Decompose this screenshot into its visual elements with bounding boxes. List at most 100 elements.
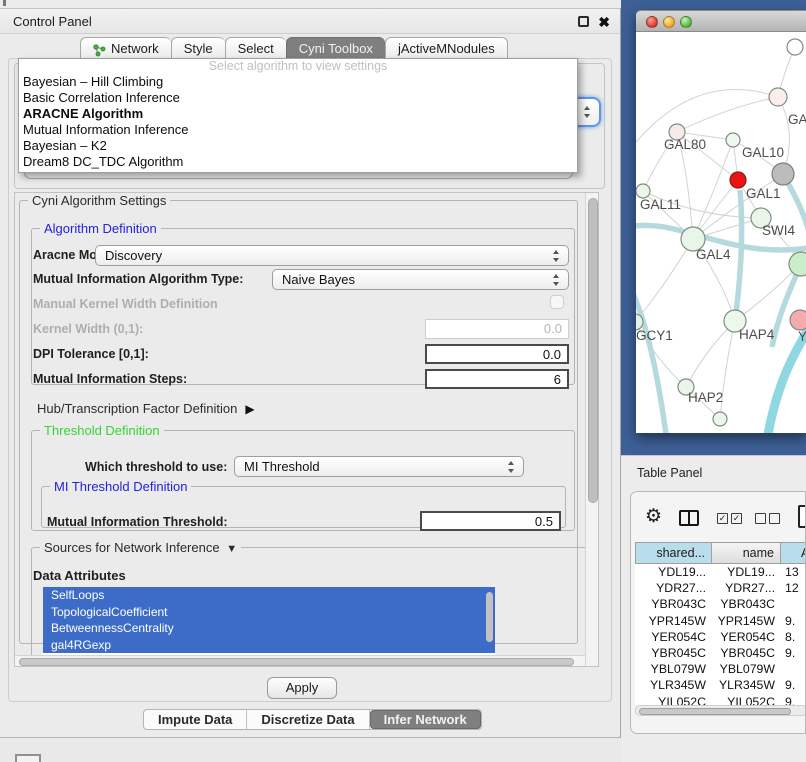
network-edge[interactable] xyxy=(636,239,693,322)
network-node-label: Y xyxy=(798,329,806,344)
network-edge[interactable] xyxy=(686,321,735,387)
network-edge[interactable] xyxy=(772,264,801,347)
table-settings-gear-icon[interactable]: ⚙ xyxy=(645,506,662,528)
table-row[interactable]: YBR043CYBR043C xyxy=(635,596,806,612)
tab-discretize-data[interactable]: Discretize Data xyxy=(247,710,369,729)
select-all-icon[interactable]: ✓ xyxy=(731,513,742,524)
column-header-shared-name[interactable]: shared... xyxy=(635,542,712,564)
zoom-traffic-light-icon[interactable] xyxy=(680,16,692,28)
mi-steps-field[interactable]: 6 xyxy=(425,369,569,389)
float-window-icon[interactable] xyxy=(578,16,589,27)
close-traffic-light-icon[interactable] xyxy=(646,16,658,28)
control-panel-tabs: Network Style Select Cyni Toolbox jActiv… xyxy=(80,37,508,59)
sources-title: Sources for Network Inference xyxy=(44,540,220,555)
column-layout-icon[interactable] xyxy=(679,510,699,526)
network-node[interactable] xyxy=(790,310,806,330)
mi-algorithm-type-combobox[interactable]: Naive Bayes xyxy=(272,269,569,290)
network-node[interactable] xyxy=(713,412,727,426)
network-node[interactable] xyxy=(789,252,806,276)
dropdown-item[interactable]: Mutual Information Inference xyxy=(19,122,577,138)
table-row[interactable]: YLR345WYLR345W9. xyxy=(635,677,806,693)
column-header-partial[interactable]: A xyxy=(781,542,806,564)
select-all-icon[interactable]: ✓ xyxy=(717,513,728,524)
network-edge[interactable] xyxy=(636,274,666,433)
settings-horizontal-scrollbar[interactable] xyxy=(15,655,585,667)
mi-steps-label: Mutual Information Steps: xyxy=(33,372,187,386)
tab-select[interactable]: Select xyxy=(225,37,286,59)
table-horizontal-scrollbar[interactable] xyxy=(635,705,806,716)
scrollbar-thumb[interactable] xyxy=(588,198,598,503)
tab-infer-network[interactable]: Infer Network xyxy=(370,710,481,729)
network-node-label: GAL11 xyxy=(640,197,681,212)
settings-vertical-scrollbar[interactable] xyxy=(585,193,599,667)
table-cell: YLR345W xyxy=(712,677,781,693)
column-header-name[interactable]: name xyxy=(712,542,781,564)
manual-kernel-label: Manual Kernel Width Definition xyxy=(33,297,218,311)
dropdown-item[interactable]: Bayesian – Hill Climbing xyxy=(19,74,577,90)
hub-definition-expander[interactable]: Hub/Transcription Factor Definition▶ xyxy=(37,401,255,416)
dropdown-item[interactable]: Dream8 DC_TDC Algorithm xyxy=(19,154,577,170)
table-cell: YDR27... xyxy=(712,580,781,596)
table-row[interactable]: YBL079WYBL079W xyxy=(635,661,806,677)
tab-cyni-toolbox[interactable]: Cyni Toolbox xyxy=(286,37,385,59)
deselect-all-icon[interactable] xyxy=(769,513,780,524)
close-icon[interactable]: ✖ xyxy=(598,13,610,31)
tab-label: Select xyxy=(238,38,274,59)
algorithm-dropdown-list: Select algorithm to view settings Bayesi… xyxy=(18,58,578,173)
tab-jactivemnodules[interactable]: jActiveMNodules xyxy=(385,37,508,59)
attribute-items: SelfLoopsTopologicalCoefficientBetweenne… xyxy=(43,587,495,653)
network-canvas[interactable]: GALGAL80GAL10GAL1GAL11SWI4GAL4GCY1HAP4YH… xyxy=(636,32,806,433)
network-edge[interactable] xyxy=(677,97,778,132)
table-row[interactable]: YPR145WYPR145W9. xyxy=(635,613,806,629)
new-table-icon[interactable] xyxy=(798,505,806,528)
dropdown-item[interactable]: ARACNE Algorithm xyxy=(19,106,577,122)
network-window-titlebar[interactable] xyxy=(636,10,806,32)
minimize-traffic-light-icon[interactable] xyxy=(663,16,675,28)
apply-button[interactable]: Apply xyxy=(267,677,337,699)
table-cell: YDL19... xyxy=(635,564,712,580)
attribute-list-item[interactable]: gal4RGexp xyxy=(43,637,495,654)
table-cell: YIL052C xyxy=(712,694,781,706)
table-cell xyxy=(781,661,806,677)
tab-network[interactable]: Network xyxy=(80,37,171,59)
data-attributes-list[interactable]: SelfLoopsTopologicalCoefficientBetweenne… xyxy=(43,587,495,655)
dropdown-item[interactable]: Basic Correlation Inference xyxy=(19,90,577,106)
table-row[interactable]: YER054CYER054C8. xyxy=(635,629,806,645)
list-scrollbar-thumb[interactable] xyxy=(486,592,493,642)
network-node[interactable] xyxy=(636,184,650,198)
which-threshold-combobox[interactable]: MI Threshold xyxy=(234,456,524,477)
table-cell: YDL19... xyxy=(712,564,781,580)
table-cell: 12 xyxy=(781,580,806,596)
network-node[interactable] xyxy=(772,163,794,185)
table-row[interactable]: YBR045CYBR045C9. xyxy=(635,645,806,661)
table-cell: YBR043C xyxy=(635,596,712,612)
collapse-down-icon[interactable]: ▼ xyxy=(223,543,237,555)
table-row[interactable]: YDR27...YDR27...12 xyxy=(635,580,806,596)
attribute-list-item[interactable]: SelfLoops xyxy=(43,587,495,604)
dropdown-item[interactable]: Bayesian – K2 xyxy=(19,138,577,154)
kernel-width-field[interactable]: 0.0 xyxy=(425,319,569,339)
table-row[interactable]: YDL19...YDL19...13 xyxy=(635,564,806,580)
data-attributes-label: Data Attributes xyxy=(33,568,126,583)
manual-kernel-checkbox[interactable] xyxy=(550,295,564,309)
network-graph: GALGAL80GAL10GAL1GAL11SWI4GAL4GCY1HAP4YH… xyxy=(636,32,806,433)
deselect-all-icon[interactable] xyxy=(755,513,766,524)
tab-impute-data[interactable]: Impute Data xyxy=(144,710,247,729)
network-edge[interactable] xyxy=(735,190,742,321)
tab-style[interactable]: Style xyxy=(171,37,225,59)
dpi-tolerance-field[interactable]: 0.0 xyxy=(425,344,569,364)
attribute-list-item[interactable]: BetweennessCentrality xyxy=(43,620,495,637)
scrollbar-thumb[interactable] xyxy=(19,658,574,666)
aracne-mode-combobox[interactable]: Discovery xyxy=(95,245,569,266)
table-cell: 9. xyxy=(781,677,806,693)
table-row[interactable]: YIL052CYIL052C9. xyxy=(635,694,806,706)
scrollbar-thumb[interactable] xyxy=(639,708,791,715)
network-node[interactable] xyxy=(730,172,746,188)
network-node[interactable] xyxy=(726,133,740,147)
network-node[interactable] xyxy=(769,88,787,106)
partial-panel-icon xyxy=(15,754,41,762)
panel-title: Control Panel xyxy=(13,9,92,34)
attribute-list-item[interactable]: TopologicalCoefficient xyxy=(43,604,495,621)
mi-threshold-field[interactable]: 0.5 xyxy=(420,511,561,531)
network-node[interactable] xyxy=(787,39,803,55)
